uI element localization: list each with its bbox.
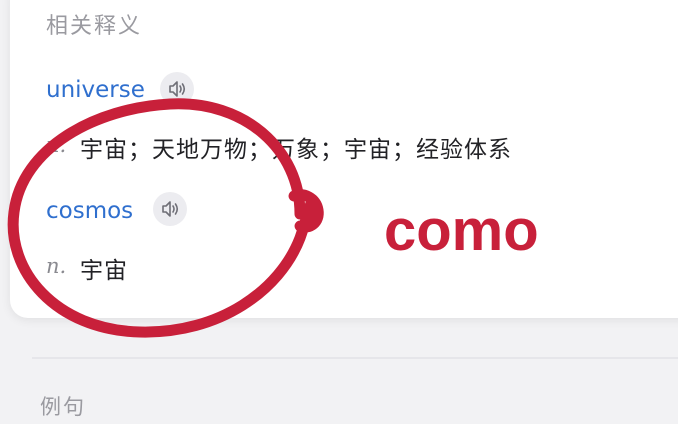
section-divider bbox=[32, 357, 678, 359]
examples-heading: 例句 bbox=[40, 395, 86, 419]
overlay-annotation-text: como bbox=[384, 198, 539, 263]
annotation-circle bbox=[7, 98, 324, 338]
